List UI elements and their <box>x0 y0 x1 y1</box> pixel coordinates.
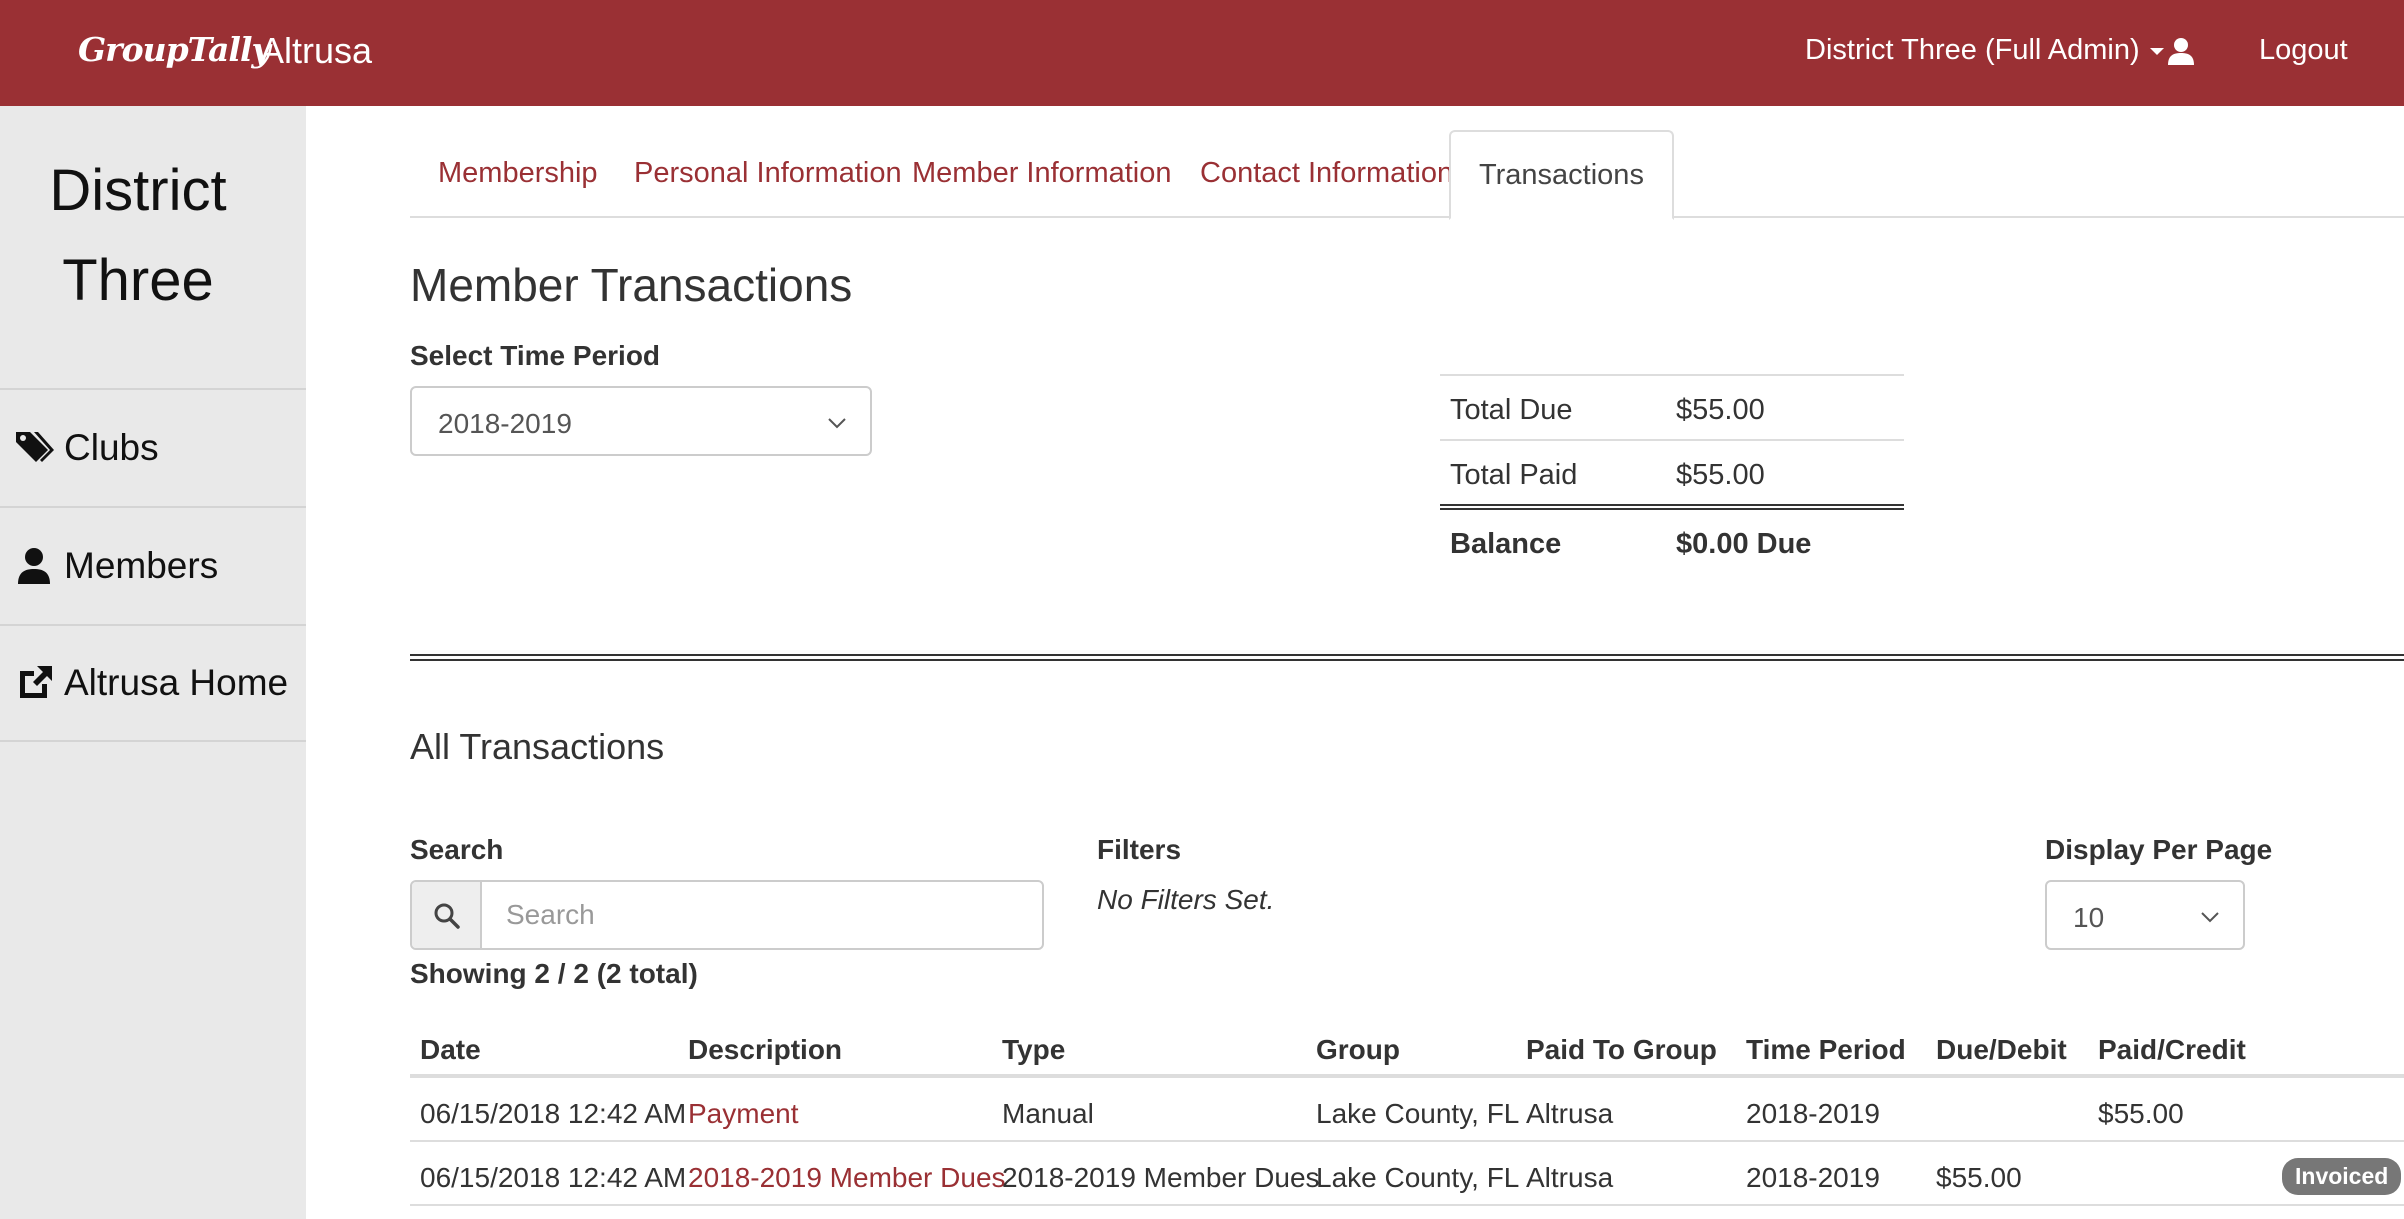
tab-contact-information[interactable]: Contact Information <box>1172 130 1481 218</box>
table-row: 06/15/2018 12:42 AM 2018-2019 Member Due… <box>410 1142 2404 1206</box>
per-page-label: Display Per Page <box>2045 834 2273 865</box>
search-label: Search <box>410 834 504 865</box>
sidebar-title-line1: District <box>49 158 227 223</box>
summary-row-total-due: Total Due $55.00 <box>1440 374 1904 439</box>
status-badge: Invoiced <box>2282 1158 2402 1195</box>
user-icon <box>18 548 50 584</box>
total-due-label: Total Due <box>1450 394 1573 426</box>
filters-value: No Filters Set. <box>1097 884 1275 915</box>
tags-icon <box>16 432 54 462</box>
column-header-time-period[interactable]: Time Period <box>1746 1034 1906 1066</box>
time-period-label: Select Time Period <box>410 340 661 371</box>
admin-role-label: District Three (Full Admin) <box>1805 34 2140 66</box>
total-paid-label: Total Paid <box>1450 459 1578 491</box>
balance-summary: Total Due $55.00 Total Paid $55.00 Balan… <box>1440 374 1904 569</box>
sidebar-item-altrusa-home[interactable]: Altrusa Home <box>0 624 306 742</box>
column-header-paid-to-group[interactable]: Paid To Group <box>1526 1034 1717 1066</box>
sidebar: District Three Clubs Members Altrusa Hom… <box>0 106 306 1219</box>
top-navbar: GroupTally Altrusa District Three (Full … <box>0 0 2404 106</box>
chevron-down-icon <box>2201 912 2219 923</box>
summary-row-balance: Balance $0.00 Due <box>1440 504 1904 569</box>
tab-bar: Membership Personal Information Member I… <box>410 130 2404 220</box>
total-due-value: $55.00 <box>1676 394 1765 426</box>
tab-personal-information[interactable]: Personal Information <box>606 130 930 218</box>
sidebar-title-line2: Three <box>62 248 214 313</box>
filters-label: Filters <box>1097 834 1182 865</box>
sidebar-title: District Three <box>0 146 276 326</box>
column-header-paid-credit[interactable]: Paid/Credit <box>2098 1034 2246 1066</box>
external-link-icon <box>20 666 52 698</box>
cell-paid-credit: $55.00 <box>2098 1098 2184 1129</box>
balance-value: $0.00 Due <box>1676 528 1812 560</box>
cell-group: Lake County, FL <box>1316 1098 1520 1129</box>
search-addon <box>412 882 482 948</box>
transactions-table: Date Description Type Group Paid To Grou… <box>410 1020 2404 1206</box>
caret-down-icon <box>2149 47 2164 55</box>
logout-link[interactable]: Logout <box>2259 34 2348 67</box>
column-header-date[interactable]: Date <box>420 1034 481 1066</box>
per-page-value: 10 <box>2073 902 2105 933</box>
sidebar-item-label: Clubs <box>64 427 159 468</box>
cell-type: Manual <box>1002 1098 1094 1129</box>
results-count: Showing 2 / 2 (2 total) <box>410 958 698 989</box>
column-header-type[interactable]: Type <box>1002 1034 1065 1066</box>
cell-due-debit: $55.00 <box>1936 1162 2022 1193</box>
column-header-description[interactable]: Description <box>688 1034 842 1066</box>
summary-row-total-paid: Total Paid $55.00 <box>1440 439 1904 504</box>
table-header-row: Date Description Type Group Paid To Grou… <box>410 1020 2404 1078</box>
time-period-select[interactable]: 2018-2019 <box>410 386 872 456</box>
tab-membership[interactable]: Membership <box>410 130 626 218</box>
all-transactions-heading: All Transactions <box>410 726 665 767</box>
brand-logo[interactable]: GroupTally <box>78 30 271 69</box>
search-icon <box>434 903 460 929</box>
sidebar-item-label: Members <box>64 545 219 586</box>
description-link[interactable]: 2018-2019 Member Dues <box>688 1162 1006 1194</box>
sidebar-item-members[interactable]: Members <box>0 506 306 624</box>
cell-group: Lake County, FL <box>1316 1162 1520 1193</box>
user-icon[interactable] <box>2166 36 2196 66</box>
search-group <box>410 880 1044 950</box>
tab-transactions[interactable]: Transactions <box>1449 130 1674 220</box>
total-paid-value: $55.00 <box>1676 459 1765 491</box>
column-header-due-debit[interactable]: Due/Debit <box>1936 1034 2067 1066</box>
sidebar-item-label: Altrusa Home <box>64 662 289 703</box>
chevron-down-icon <box>828 418 846 429</box>
description-link[interactable]: Payment <box>688 1098 799 1130</box>
per-page-select[interactable]: 10 <box>2045 880 2245 950</box>
org-name-link[interactable]: Altrusa <box>260 30 372 72</box>
time-period-value: 2018-2019 <box>438 408 572 439</box>
member-transactions-heading: Member Transactions <box>410 259 853 311</box>
cell-time-period: 2018-2019 <box>1746 1162 1880 1193</box>
balance-label: Balance <box>1450 528 1562 560</box>
admin-role-dropdown[interactable]: District Three (Full Admin) <box>1805 34 2164 67</box>
table-row: 06/15/2018 12:42 AM Payment Manual Lake … <box>410 1078 2404 1142</box>
sidebar-item-clubs[interactable]: Clubs <box>0 388 306 506</box>
cell-time-period: 2018-2019 <box>1746 1098 1880 1129</box>
cell-date: 06/15/2018 12:42 AM <box>420 1162 687 1193</box>
section-divider <box>410 654 2404 661</box>
tab-member-information[interactable]: Member Information <box>884 130 1200 218</box>
search-input[interactable] <box>484 882 1040 948</box>
cell-paid-to-group: Altrusa <box>1526 1098 1614 1129</box>
cell-type: 2018-2019 Member Dues <box>1002 1162 1320 1193</box>
cell-date: 06/15/2018 12:42 AM <box>420 1098 687 1129</box>
column-header-group[interactable]: Group <box>1316 1034 1400 1066</box>
cell-paid-to-group: Altrusa <box>1526 1162 1614 1193</box>
